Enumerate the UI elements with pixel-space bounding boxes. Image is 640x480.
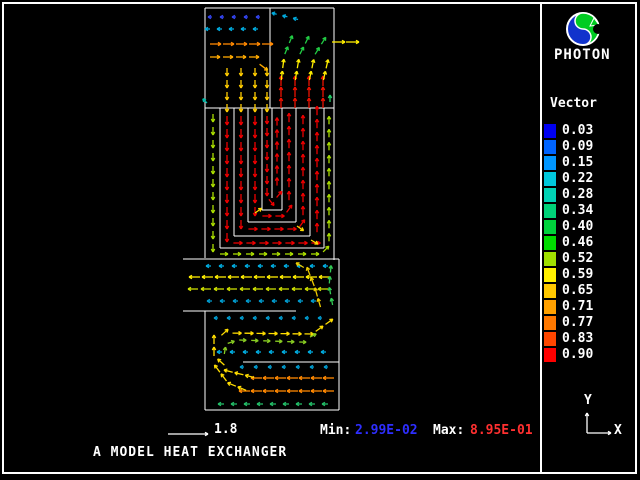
legend-swatch <box>544 124 556 138</box>
legend-swatch <box>544 252 556 266</box>
legend-swatch <box>544 140 556 154</box>
legend-value: 0.34 <box>562 204 593 218</box>
photon-logo-icon <box>564 10 602 48</box>
legend-title: Vector <box>550 97 597 111</box>
legend-value: 0.28 <box>562 188 593 202</box>
legend-swatch <box>544 316 556 330</box>
legend-value: 0.71 <box>562 300 593 314</box>
max-label: Max: <box>433 424 464 438</box>
legend-swatch <box>544 172 556 186</box>
legend-swatch <box>544 300 556 314</box>
legend-swatch <box>544 188 556 202</box>
legend-value: 0.09 <box>562 140 593 154</box>
legend-swatch <box>544 156 556 170</box>
legend-swatch <box>544 332 556 346</box>
axis-y-label: Y <box>584 394 592 408</box>
scale-value: 1.8 <box>214 423 237 437</box>
legend-value: 0.52 <box>562 252 593 266</box>
min-value: 2.99E-02 <box>355 424 418 438</box>
brand-label: PHOTON <box>554 48 611 62</box>
min-label: Min: <box>320 424 351 438</box>
legend-swatch <box>544 220 556 234</box>
legend-value: 0.65 <box>562 284 593 298</box>
legend-value: 0.59 <box>562 268 593 282</box>
max-value: 8.95E-01 <box>470 424 533 438</box>
legend-swatch <box>544 284 556 298</box>
legend-value: 0.22 <box>562 172 593 186</box>
legend-value: 0.77 <box>562 316 593 330</box>
legend-swatch <box>544 268 556 282</box>
plot-title: A MODEL HEAT EXCHANGER <box>93 446 287 460</box>
legend-value: 0.83 <box>562 332 593 346</box>
axis-x-label: X <box>614 424 622 438</box>
legend-value: 0.90 <box>562 348 593 362</box>
legend-value: 0.15 <box>562 156 593 170</box>
legend-value: 0.46 <box>562 236 593 250</box>
legend-swatch <box>544 348 556 362</box>
photon-window: PHOTON Vector 0.03 0.09 0.15 0.22 0.28 0.34 0.… <box>0 0 640 480</box>
legend-value: 0.40 <box>562 220 593 234</box>
legend-swatch <box>544 236 556 250</box>
legend-value: 0.03 <box>562 124 593 138</box>
legend-swatch <box>544 204 556 218</box>
